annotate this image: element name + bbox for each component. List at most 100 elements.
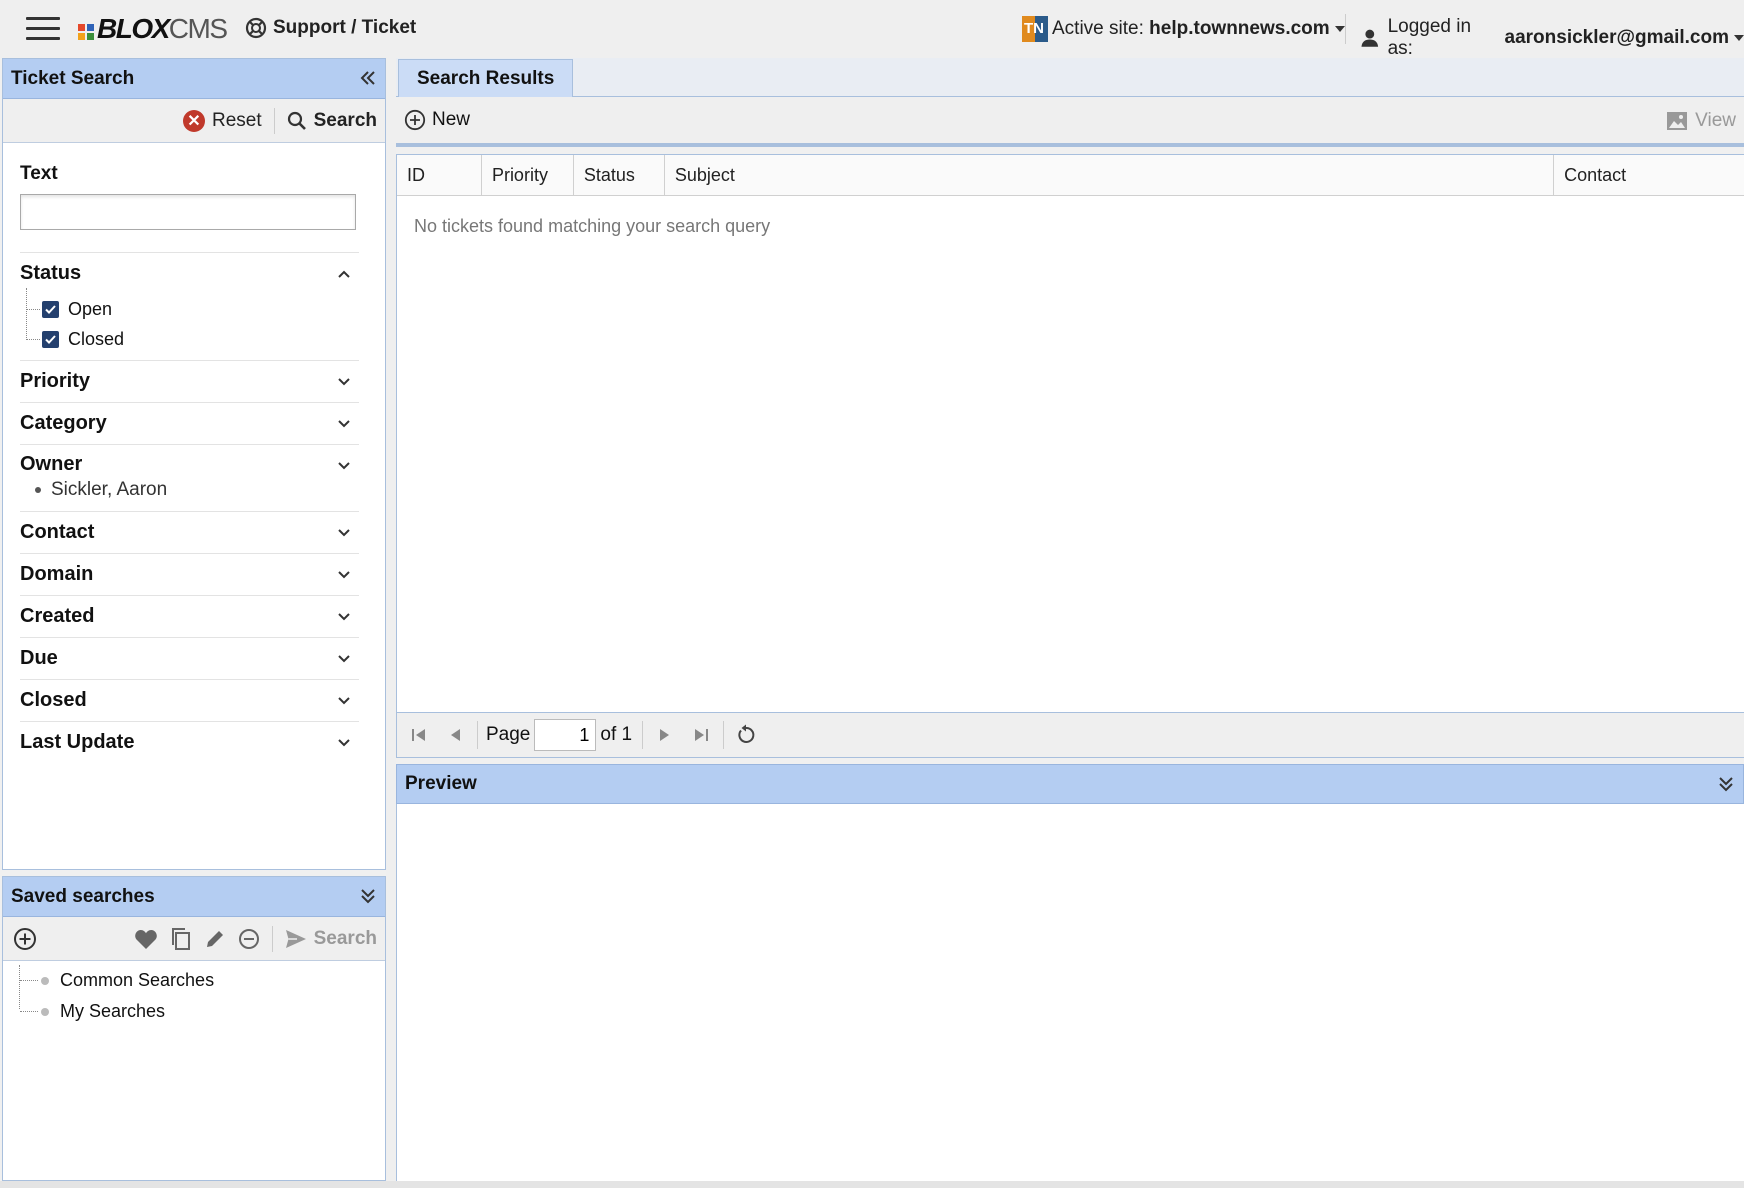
breadcrumb[interactable]: Support / Ticket — [245, 17, 416, 39]
saved-search-button[interactable]: Search — [285, 928, 377, 950]
saved-item-common-searches[interactable]: Common Searches — [3, 965, 385, 996]
chevron-down-icon — [338, 462, 350, 470]
site-logo-icon — [1022, 16, 1048, 42]
saved-search-label: Search — [313, 927, 377, 949]
grid-header: ID Priority Status Subject Contact — [397, 155, 1744, 196]
copy-icon[interactable] — [170, 927, 192, 951]
column-header-id[interactable]: ID — [397, 155, 482, 195]
chevron-down-icon — [338, 378, 350, 386]
section-label: Owner — [20, 452, 83, 475]
section-label: Domain — [20, 563, 94, 585]
refresh-icon[interactable] — [728, 720, 764, 750]
user-icon — [1361, 29, 1379, 47]
tab-search-results[interactable]: Search Results — [398, 59, 574, 98]
last-update-section: Last Update — [20, 721, 359, 763]
add-circle-icon[interactable] — [13, 927, 37, 951]
status-section-header[interactable]: Status — [20, 253, 359, 294]
checkbox-checked[interactable] — [42, 300, 59, 318]
status-option-closed[interactable]: Closed — [26, 324, 359, 354]
first-page-icon[interactable] — [401, 720, 437, 750]
view-button[interactable]: View — [1667, 110, 1736, 132]
closed-section-header[interactable]: Closed — [20, 680, 359, 721]
search-label: Search — [313, 109, 377, 131]
section-label: Priority — [20, 370, 91, 392]
saved-item-label: Common Searches — [60, 970, 215, 990]
priority-section-header[interactable]: Priority — [20, 361, 359, 402]
chevron-down-icon — [338, 529, 350, 537]
pagination-bar: Page of 1 — [396, 712, 1744, 758]
divider — [723, 721, 725, 749]
collapse-down-icon[interactable] — [1717, 775, 1735, 793]
bloxcms-logo[interactable]: BLOXCMS — [78, 13, 228, 44]
created-section: Created — [20, 595, 359, 637]
last-page-icon[interactable] — [683, 720, 719, 750]
divider — [271, 925, 273, 952]
remove-circle-icon[interactable] — [238, 928, 260, 950]
text-search-input[interactable] — [20, 194, 356, 230]
divider — [477, 721, 478, 749]
bottom-bar — [0, 1181, 1744, 1188]
next-page-icon[interactable] — [647, 720, 683, 750]
category-section: Category — [20, 402, 359, 444]
logo-text-bold: BLOX — [97, 13, 170, 44]
column-header-status[interactable]: Status — [574, 155, 665, 195]
page-label: Page — [486, 724, 531, 745]
divider — [1345, 14, 1346, 44]
view-label: View — [1695, 110, 1736, 131]
section-label: Due — [20, 647, 58, 669]
heart-icon[interactable] — [134, 928, 158, 950]
text-label: Text — [20, 163, 58, 184]
preview-header: Preview — [396, 764, 1744, 804]
bullet-icon — [35, 487, 41, 493]
owner-section: Owner Sickler, Aaron — [20, 444, 359, 511]
page-number-input[interactable] — [534, 719, 597, 751]
saved-searches-tree: Common Searches My Searches — [3, 961, 385, 1027]
domain-section-header[interactable]: Domain — [20, 554, 359, 595]
contact-section-header[interactable]: Contact — [20, 512, 359, 553]
last-update-section-header[interactable]: Last Update — [20, 722, 359, 763]
section-label: Last Update — [20, 731, 135, 753]
logged-in-label: Logged in as: — [1387, 16, 1472, 59]
domain-section: Domain — [20, 553, 359, 595]
results-tab-bar: Search Results — [396, 58, 1744, 98]
send-icon — [285, 929, 306, 948]
saved-searches-toolbar: Search — [3, 917, 385, 961]
section-label: Created — [20, 605, 95, 627]
created-section-header[interactable]: Created — [20, 596, 359, 637]
panel-title: Saved searches — [11, 885, 155, 907]
previous-page-icon[interactable] — [437, 720, 473, 750]
search-button[interactable]: Search — [287, 110, 377, 132]
owner-section-header[interactable]: Owner — [20, 445, 359, 483]
tab-label: Search Results — [417, 68, 555, 89]
reset-button[interactable]: ✕ Reset — [182, 109, 262, 132]
column-header-subject[interactable]: Subject — [665, 155, 1555, 195]
ticket-search-toolbar: ✕ Reset Search — [3, 99, 385, 143]
collapse-left-icon[interactable] — [359, 69, 377, 87]
saved-item-my-searches[interactable]: My Searches — [3, 996, 385, 1027]
new-ticket-button[interactable]: New — [404, 109, 470, 131]
search-icon — [287, 111, 306, 130]
collapse-down-icon[interactable] — [359, 887, 377, 905]
lifebuoy-icon — [245, 17, 267, 39]
due-section-header[interactable]: Due — [20, 638, 359, 679]
user-menu-dropdown[interactable]: Logged in as: aaronsickler@gmail.com — [1360, 16, 1744, 60]
category-section-header[interactable]: Category — [20, 403, 359, 444]
priority-section: Priority — [20, 360, 359, 402]
results-grid: ID Priority Status Subject Contact No ti… — [396, 154, 1744, 712]
chevron-down-icon — [338, 571, 350, 579]
status-option-open[interactable]: Open — [26, 294, 359, 324]
splitter[interactable] — [386, 58, 396, 1181]
saved-searches-panel: Saved searches Search Common Searches My… — [2, 876, 386, 1181]
column-header-priority[interactable]: Priority — [482, 155, 574, 195]
ticket-search-header: Ticket Search — [3, 59, 385, 99]
breadcrumb-text: Support / Ticket — [273, 17, 417, 38]
pencil-icon[interactable] — [204, 928, 226, 950]
checkbox-checked[interactable] — [42, 330, 59, 348]
status-tree: Open Closed — [20, 288, 359, 354]
hamburger-menu-icon[interactable] — [26, 17, 60, 41]
active-site-dropdown[interactable]: Active site: help.townnews.com — [1022, 16, 1345, 42]
caret-down-icon — [1334, 26, 1345, 32]
empty-message: No tickets found matching your search qu… — [414, 216, 771, 236]
preview-title: Preview — [405, 773, 477, 794]
column-header-contact[interactable]: Contact — [1554, 155, 1744, 195]
